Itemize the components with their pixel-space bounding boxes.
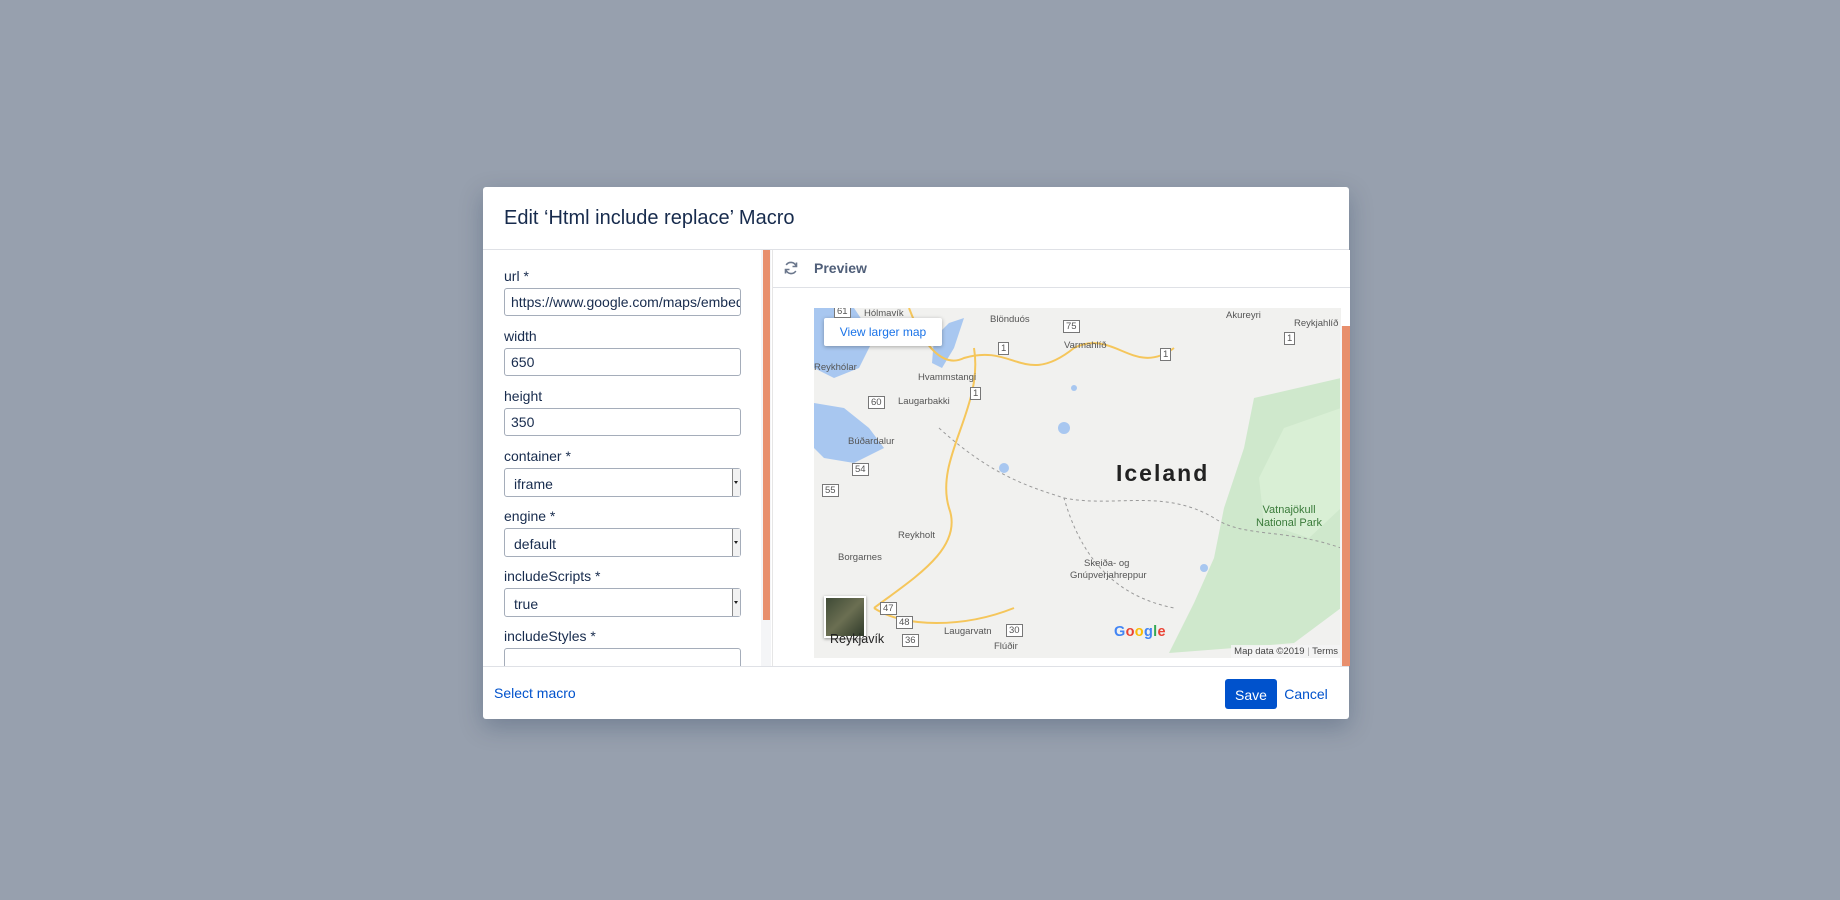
road-marker: 47	[880, 602, 897, 615]
preview-area: View larger map Hólmavík Blönduós Varmah…	[773, 288, 1350, 666]
dialog-footer: Select macro Save Cancel	[483, 666, 1349, 720]
road-marker: 1	[998, 342, 1010, 355]
macro-dialog: Edit ‘Html include replace’ Macro url * …	[483, 187, 1350, 720]
map-attribution: Map data ©2019 | Terms	[1231, 645, 1341, 658]
chevron-down-icon	[732, 529, 740, 556]
map-country-label: Iceland	[1116, 460, 1210, 486]
chevron-down-icon	[732, 589, 740, 616]
map-place-label: Akureyri	[1226, 310, 1261, 321]
engine-select[interactable]: default	[504, 528, 741, 557]
chevron-down-icon	[732, 469, 740, 496]
map-park-label-line2: National Park	[1256, 517, 1323, 529]
include-scripts-select-value: true	[514, 596, 539, 612]
parameters-scrollbar-thumb[interactable]	[763, 250, 770, 620]
engine-label: engine *	[504, 508, 556, 524]
include-styles-select[interactable]	[504, 648, 741, 666]
road-marker: 48	[896, 616, 913, 629]
width-input[interactable]: 650	[504, 348, 741, 376]
map-place-label: Flúðir	[994, 641, 1018, 652]
preview-vertical-scrollbar[interactable]	[1340, 326, 1350, 666]
map-terms-link[interactable]: Terms	[1312, 646, 1338, 657]
map-place-label: Borgarnes	[838, 552, 882, 563]
view-larger-map-link[interactable]: View larger map	[824, 318, 942, 346]
road-marker: 61	[834, 308, 851, 318]
container-select[interactable]: iframe	[504, 468, 741, 497]
container-label: container *	[504, 448, 571, 464]
embedded-map[interactable]: View larger map Hólmavík Blönduós Varmah…	[814, 308, 1341, 658]
preview-label: Preview	[814, 260, 867, 276]
map-place-label: Hólmavík	[864, 308, 904, 319]
dialog-title: Edit ‘Html include replace’ Macro	[504, 207, 795, 229]
dialog-header: Edit ‘Html include replace’ Macro	[483, 187, 1349, 250]
parameters-scrollbar[interactable]	[761, 250, 771, 666]
preview-vertical-scrollbar-thumb[interactable]	[1342, 326, 1350, 666]
preview-panel: Preview View larger map Hólmavík Blönduó…	[772, 250, 1350, 666]
map-place-label: Varmahlíð	[1064, 340, 1107, 351]
map-place-label: Gnúpverjahreppur	[1070, 570, 1147, 581]
preview-toolbar: Preview	[773, 250, 1350, 288]
google-logo: Google	[1114, 624, 1166, 640]
map-park-label-line1: Vatnajökull	[1262, 504, 1316, 516]
include-scripts-label: includeScripts *	[504, 568, 601, 584]
engine-select-value: default	[514, 536, 557, 552]
map-place-label: Búðardalur	[848, 436, 895, 447]
map-place-label: Laugarvatn	[944, 626, 992, 637]
road-marker: 36	[902, 634, 919, 647]
road-marker: 1	[1284, 332, 1296, 345]
map-place-label: Blönduós	[990, 314, 1030, 325]
refresh-icon[interactable]	[783, 260, 799, 276]
width-label: width	[504, 328, 537, 344]
macro-parameters-panel: url * https://www.google.com/maps/embed …	[483, 250, 761, 666]
road-marker: 55	[822, 484, 839, 497]
save-button[interactable]: Save	[1225, 679, 1277, 709]
height-input[interactable]: 350	[504, 408, 741, 436]
road-marker: 75	[1063, 320, 1080, 333]
road-marker: 54	[852, 463, 869, 476]
map-place-label: Skeiða- og	[1084, 558, 1130, 569]
road-marker: 1	[1160, 348, 1172, 361]
container-select-value: iframe	[514, 476, 553, 492]
map-place-label: Reykhólar	[814, 362, 857, 373]
include-scripts-select[interactable]: true	[504, 588, 741, 617]
url-label: url *	[504, 268, 529, 284]
cancel-button[interactable]: Cancel	[1281, 679, 1331, 709]
url-input[interactable]: https://www.google.com/maps/embed	[504, 288, 741, 316]
map-place-label: Laugarbakki	[898, 396, 950, 407]
map-park-label: Vatnajökull National Park	[1256, 504, 1322, 530]
map-place-label: Reykholt	[898, 530, 935, 541]
map-place-label: Reykjahlíð	[1294, 318, 1339, 329]
road-marker: 60	[868, 396, 885, 409]
map-city-label: Reykjavík	[830, 632, 885, 646]
map-place-label: Hvammstangi	[918, 372, 977, 383]
height-label: height	[504, 388, 543, 404]
road-marker: 30	[1006, 624, 1023, 637]
map-data-credit: Map data ©2019	[1234, 646, 1305, 657]
include-styles-label: includeStyles *	[504, 628, 596, 644]
road-marker: 1	[970, 387, 982, 400]
select-macro-link[interactable]: Select macro	[494, 685, 576, 701]
